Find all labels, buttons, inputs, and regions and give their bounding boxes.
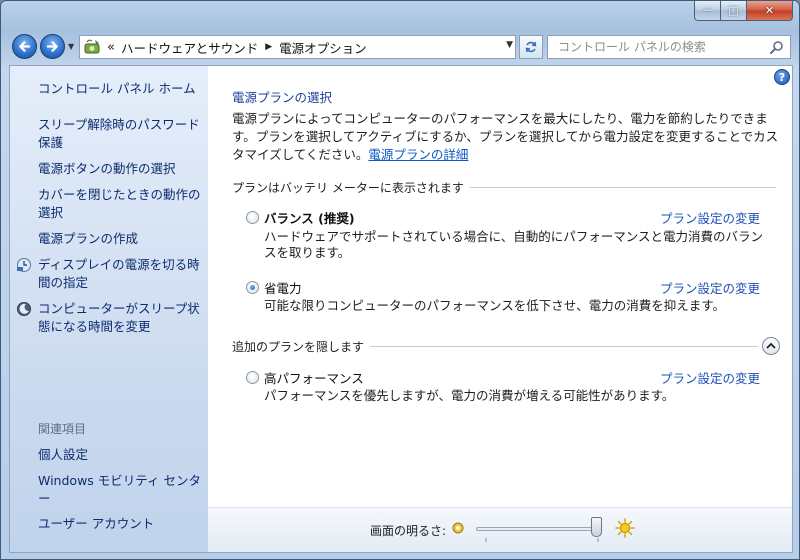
- search-input[interactable]: [558, 40, 768, 54]
- recent-pages-dropdown[interactable]: ▼: [68, 42, 74, 51]
- breadcrumb-hardware-sound[interactable]: ハードウェアとサウンド: [121, 38, 258, 57]
- back-arrow-icon: [19, 41, 31, 52]
- bright-brightness-icon: [615, 518, 635, 538]
- sidebar-item-wake-password[interactable]: スリープ解除時のパスワード保護: [38, 116, 202, 152]
- minimize-button[interactable]: ─: [694, 1, 721, 21]
- help-icon[interactable]: ?: [774, 69, 790, 85]
- change-settings-power-saver[interactable]: プラン設定の変更: [660, 278, 760, 297]
- sidebar-item-create-plan[interactable]: 電源プランの作成: [38, 230, 202, 248]
- section-divider: [370, 345, 758, 347]
- battery-plans-section: プランはバッテリ メーターに表示されます: [232, 178, 776, 196]
- brightness-label: 画面の明るさ:: [370, 524, 447, 538]
- close-icon: ✕: [764, 4, 775, 17]
- address-dropdown-icon[interactable]: ▼: [506, 40, 513, 50]
- main-panel: ? 電源プランの選択 電源プランによってコンピューターのパフォーマンスを最大にし…: [208, 66, 792, 552]
- power-plan-details-link[interactable]: 電源プランの詳細: [368, 147, 468, 162]
- search-icon[interactable]: [769, 40, 784, 55]
- plan-desc-high-performance: パフォーマンスを優先しますが、電力の消費が増える可能性があります。: [264, 388, 675, 403]
- dim-brightness-icon: [452, 522, 464, 534]
- sidebar-item-lid-close[interactable]: カバーを閉じたときの動作の選択: [38, 186, 202, 222]
- breadcrumb-power-options[interactable]: 電源オプション: [279, 38, 367, 57]
- forward-arrow-icon: [46, 41, 58, 52]
- battery-plans-heading: プランはバッテリ メーターに表示されます: [232, 178, 470, 196]
- maximize-icon: □: [728, 4, 739, 17]
- plan-radio-high-performance[interactable]: [246, 371, 259, 384]
- display-timer-icon: [17, 258, 31, 272]
- plan-name-high-performance[interactable]: 高パフォーマンス: [264, 368, 364, 387]
- change-settings-balanced[interactable]: プラン設定の変更: [660, 208, 760, 227]
- page-title: 電源プランの選択: [232, 90, 333, 105]
- sleep-moon-icon: [17, 302, 31, 316]
- additional-plans-section: 追加のプランを隠します: [232, 337, 758, 355]
- plan-radio-balanced[interactable]: [246, 211, 259, 224]
- brightness-slider-thumb[interactable]: [591, 517, 602, 537]
- related-heading: 関連項目: [38, 422, 87, 436]
- minimize-icon: ─: [704, 4, 711, 17]
- additional-plans-heading[interactable]: 追加のプランを隠します: [232, 337, 371, 355]
- caption-buttons: ─ □ ✕: [694, 1, 793, 21]
- section-divider: [469, 186, 776, 188]
- brightness-slider-ticks: [485, 538, 599, 542]
- maximize-button[interactable]: □: [721, 1, 747, 21]
- navigation-bar: ▼ « ハードウェアとサウンド ▶ 電源オプション ▼: [1, 29, 799, 65]
- change-settings-high-performance[interactable]: プラン設定の変更: [660, 368, 760, 387]
- plan-name-power-saver[interactable]: 省電力: [264, 278, 302, 297]
- plan-desc-balanced: ハードウェアでサポートされている場合に、自動的にパフォーマンスと電力消費のバラン…: [264, 229, 764, 260]
- sidebar: コントロール パネル ホーム スリープ解除時のパスワード保護 電源ボタンの動作の…: [10, 66, 208, 552]
- search-box[interactable]: [547, 35, 791, 59]
- sidebar-item-mobility-center[interactable]: Windows モビリティ センター: [38, 472, 202, 508]
- description-text: 電源プランによってコンピューターのパフォーマンスを最大にしたり、電力を節約したり…: [232, 111, 779, 162]
- sidebar-item-display-off[interactable]: ディスプレイの電源を切る時間の指定: [38, 256, 202, 292]
- collapse-additional-plans-button[interactable]: [762, 337, 780, 355]
- brightness-slider-track[interactable]: [476, 527, 602, 531]
- page-description: 電源プランによってコンピューターのパフォーマンスを最大にしたり、電力を節約したり…: [232, 110, 782, 164]
- power-options-icon: [84, 39, 100, 54]
- plan-name-balanced[interactable]: バランス (推奨): [264, 208, 355, 227]
- plan-radio-power-saver[interactable]: [246, 281, 259, 294]
- sidebar-item-personalization[interactable]: 個人設定: [38, 446, 202, 464]
- sidebar-item-sleep-time[interactable]: コンピューターがスリープ状態になる時間を変更: [38, 300, 202, 336]
- content-area: コントロール パネル ホーム スリープ解除時のパスワード保護 電源ボタンの動作の…: [9, 65, 793, 553]
- sidebar-item-user-accounts[interactable]: ユーザー アカウント: [38, 515, 202, 533]
- sidebar-item-power-button[interactable]: 電源ボタンの動作の選択: [38, 160, 202, 178]
- refresh-button[interactable]: [519, 35, 543, 59]
- power-options-window: ─ □ ✕ ▼ « ハードウェアとサウンド ▶ 電源オプション ▼ コントロール…: [0, 0, 800, 560]
- brightness-bar: 画面の明るさ:: [208, 507, 792, 552]
- plan-desc-power-saver: 可能な限りコンピューターのパフォーマンスを低下させ、電力の消費を抑えます。: [264, 298, 726, 313]
- address-overflow[interactable]: «: [107, 40, 115, 55]
- refresh-icon: [525, 41, 537, 53]
- sidebar-control-panel-home[interactable]: コントロール パネル ホーム: [38, 80, 202, 98]
- address-bar[interactable]: « ハードウェアとサウンド ▶ 電源オプション ▼: [79, 35, 516, 59]
- close-button[interactable]: ✕: [747, 1, 793, 21]
- back-button[interactable]: [12, 34, 37, 59]
- forward-button[interactable]: [40, 34, 65, 59]
- chevron-up-icon: [766, 342, 776, 349]
- breadcrumb-separator-icon[interactable]: ▶: [265, 42, 272, 52]
